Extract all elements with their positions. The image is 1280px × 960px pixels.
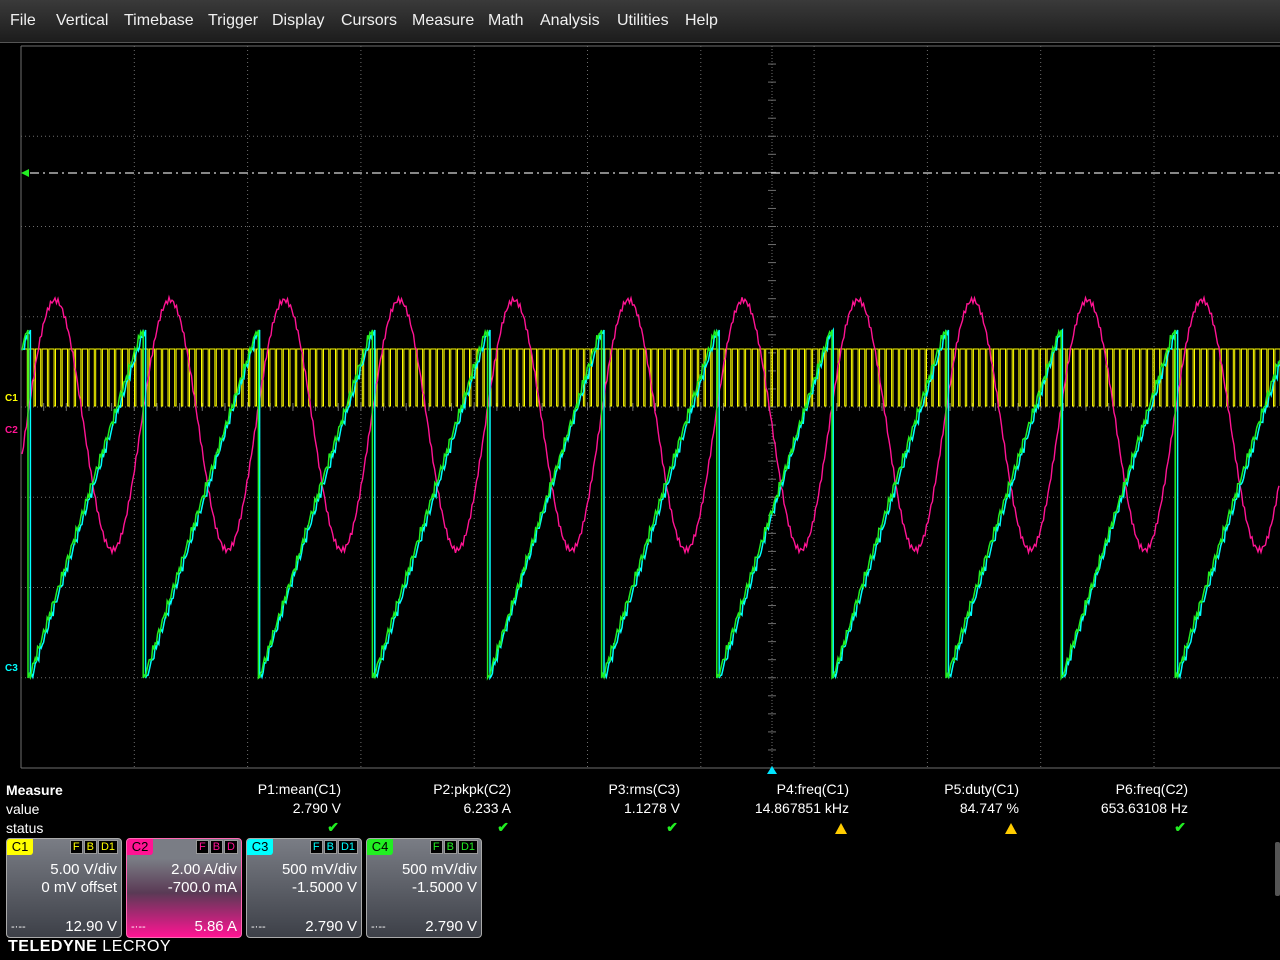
measure-param-p3[interactable]: P3:rms(C3) 1.1278 V ✔ [500, 780, 680, 837]
channel-flag: B [209, 840, 224, 854]
channel-bottom-value: 5.86 A [194, 918, 237, 935]
channel-flag: D1 [457, 840, 478, 854]
param-value: 2.790 V [292, 800, 341, 816]
param-value: 6.233 A [463, 800, 512, 816]
menu-cursors[interactable]: Cursors [341, 12, 397, 30]
param-name: P1:mean(C1) [257, 781, 341, 797]
menu-vertical[interactable]: Vertical [56, 12, 108, 30]
channel-coupling: -·-- [371, 921, 386, 933]
channel-flags: F B D1 [69, 840, 118, 854]
c2-waveform [21, 294, 1280, 556]
channel-name: C3 [247, 839, 273, 855]
channel-bottom-value: 2.790 V [425, 918, 477, 935]
channel-flag: F [69, 840, 83, 854]
param-value: 1.1278 V [623, 800, 680, 816]
channel-flag: F [195, 840, 209, 854]
channel-coupling: -·-- [131, 921, 146, 933]
channel-name: C2 [127, 839, 153, 855]
menu-bar: File Vertical Timebase Trigger Display Cursor… [0, 0, 1280, 43]
channel-bottom-value: 12.90 V [65, 918, 117, 935]
measure-param-p2[interactable]: P2:pkpk(C2) 6.233 A ✔ [331, 780, 511, 837]
param-value: 653.63108 Hz [1100, 800, 1188, 816]
channel-scale: 500 mV/div [281, 861, 357, 878]
measure-title: Measure [6, 782, 63, 798]
c1-waveform [22, 348, 1280, 407]
waveform-grid[interactable] [0, 44, 1280, 774]
param-value: 14.867851 kHz [754, 800, 849, 816]
channel-name: C1 [7, 839, 33, 855]
measure-param-p1[interactable]: P1:mean(C1) 2.790 V ✔ [161, 780, 341, 837]
status-check-icon: ✔ [327, 819, 339, 835]
menu-display[interactable]: Display [272, 12, 324, 30]
channel-flag: D [224, 840, 238, 854]
channel-flag: B [323, 840, 337, 854]
status-check-icon: ✔ [497, 819, 509, 835]
trigger-position-marker[interactable] [767, 766, 777, 774]
menu-timebase[interactable]: Timebase [124, 12, 194, 30]
menu-analysis[interactable]: Analysis [540, 12, 600, 30]
status-check-icon: ✔ [1174, 819, 1186, 835]
param-name: P3:rms(C3) [608, 781, 680, 797]
channel-name: C4 [367, 839, 393, 855]
param-name: P5:duty(C1) [944, 781, 1019, 797]
channel-offset: -1.5000 V [291, 879, 357, 896]
panel-scroll-handle[interactable] [1275, 842, 1280, 896]
channel-scale: 2.00 A/div [171, 861, 237, 878]
param-name: P6:freq(C2) [1115, 781, 1188, 797]
channel-flag: B [443, 840, 457, 854]
status-warning-icon [669, 818, 849, 837]
channel-flag: D1 [337, 840, 358, 854]
channel-descriptor-c1[interactable]: C1 F B D1 5.00 V/div 0 mV offset -·-- 12.90 V [6, 838, 122, 938]
channel-offset: 0 mV offset [41, 879, 117, 896]
channel-descriptor-c3[interactable]: C3 F B D1 500 mV/div -1.5000 V -·-- 2.790 V [246, 838, 362, 938]
measure-param-p5[interactable]: P5:duty(C1) 84.747 % [839, 780, 1019, 837]
status-check-icon: ✔ [666, 819, 678, 835]
c1-marker[interactable]: C1 [5, 393, 18, 404]
menu-trigger[interactable]: Trigger [208, 12, 258, 30]
trigger-level-arrow-icon[interactable] [21, 169, 29, 177]
channel-descriptor-c2[interactable]: C2 F B D 2.00 A/div -700.0 mA -·-- 5.86 A [126, 838, 242, 938]
param-value: 84.747 % [959, 800, 1019, 816]
param-name: P2:pkpk(C2) [433, 781, 511, 797]
menu-measure[interactable]: Measure [412, 12, 474, 30]
channel-flag: D1 [97, 840, 118, 854]
c2-marker[interactable]: C2 [5, 425, 18, 436]
menu-utilities[interactable]: Utilities [617, 12, 669, 30]
channel-coupling: -·-- [251, 921, 266, 933]
measure-row-status-label: status [6, 820, 44, 836]
menu-help[interactable]: Help [685, 12, 718, 30]
channel-offset: -1.5000 V [411, 879, 477, 896]
channel-descriptor-c4[interactable]: C4 F B D1 500 mV/div -1.5000 V -·-- 2.790 V [366, 838, 482, 938]
measure-table[interactable]: Measure value status P1:mean(C1) 2.790 V ✔… [0, 776, 1280, 838]
measure-param-p4[interactable]: P4:freq(C1) 14.867851 kHz [669, 780, 849, 837]
channel-flags: FBD [195, 840, 238, 854]
brand-logo: TELEDYNE LECROY [8, 938, 172, 955]
measure-row-value-label: value [6, 801, 40, 817]
measure-param-p6[interactable]: P6:freq(C2) 653.63108 Hz ✔ [1008, 780, 1188, 837]
channel-coupling: -·-- [11, 921, 26, 933]
channel-bottom-value: 2.790 V [305, 918, 357, 935]
param-name: P4:freq(C1) [776, 781, 849, 797]
channel-flag: F [309, 840, 323, 854]
channel-flags: F B D1 [309, 840, 358, 854]
graticule [20, 45, 1280, 769]
menu-math[interactable]: Math [488, 12, 524, 30]
channel-flags: F B D1 [429, 840, 478, 854]
status-warning-icon [839, 818, 1019, 837]
channel-flag: B [83, 840, 97, 854]
channel-scale: 500 mV/div [401, 861, 477, 878]
c3-marker[interactable]: C3 [5, 663, 18, 674]
channel-flag: F [429, 840, 443, 854]
channel-offset: -700.0 mA [167, 879, 237, 896]
menu-file[interactable]: File [10, 12, 36, 30]
channel-scale: 5.00 V/div [50, 861, 117, 878]
